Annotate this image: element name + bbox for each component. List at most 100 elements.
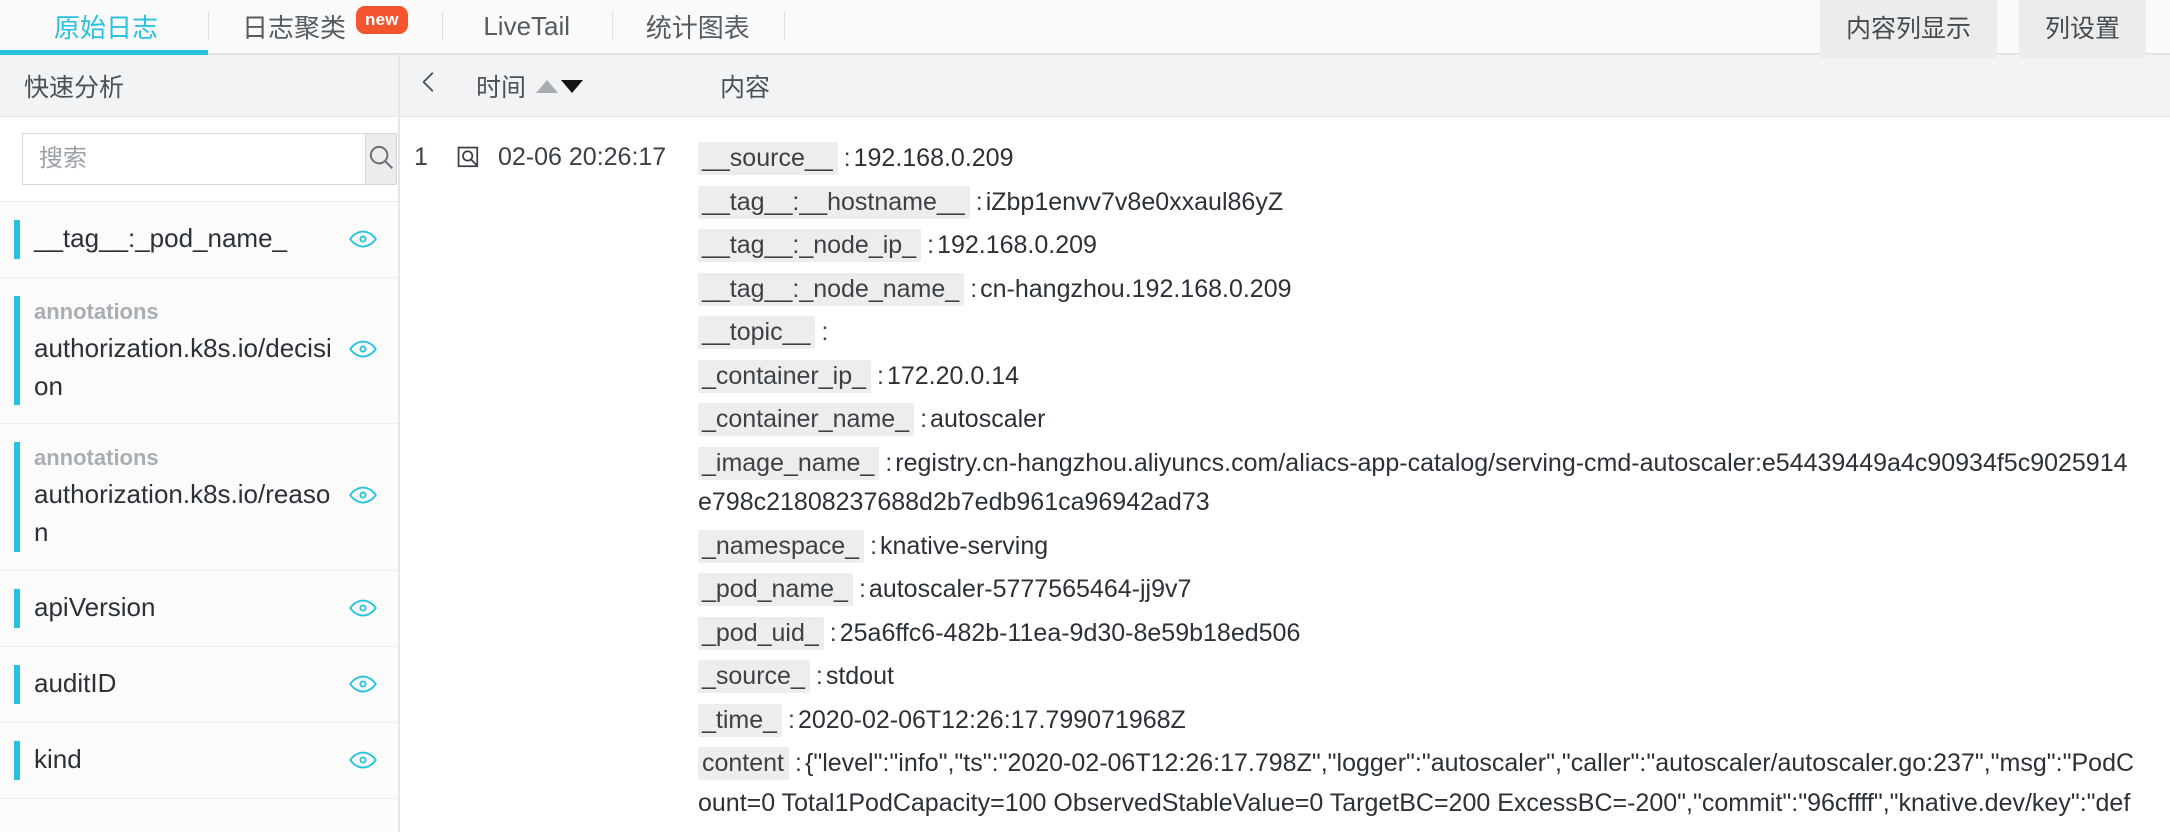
eye-icon[interactable] (348, 334, 378, 369)
log-field-value: autoscaler-5777565464-jj9v7 (868, 575, 1192, 603)
log-field-key[interactable]: __tag__:_node_ip_ (698, 229, 922, 262)
log-field-colon: : (858, 575, 866, 603)
log-field-value: stdout (825, 662, 894, 690)
sidebar-search-row (0, 117, 398, 202)
tab-statistics-chart[interactable]: 统计图表 (611, 0, 784, 53)
quick-analysis-sidebar: 快速分析 __tag__:_pod_name_ (0, 55, 400, 832)
log-field-key[interactable]: __topic__ (698, 316, 816, 349)
sidebar-title: 快速分析 (0, 55, 398, 117)
field-item-auditid[interactable]: auditID (0, 646, 398, 723)
tab-label: LiveTail (483, 11, 571, 41)
log-field-key[interactable]: _pod_name_ (698, 573, 853, 606)
log-field-colon: : (795, 749, 802, 777)
log-field-value: registry.cn-hangzhou.aliyuncs.com/aliacs… (698, 448, 2128, 517)
row-search-button[interactable] (442, 139, 498, 178)
search-icon (366, 142, 396, 177)
field-name: auditID (34, 667, 117, 698)
log-field-line: _image_name_: registry.cn-hangzhou.aliyun… (698, 444, 2140, 523)
field-item-kind[interactable]: kind (0, 722, 398, 799)
log-field-key[interactable]: _container_name_ (698, 403, 915, 436)
log-field-colon: : (788, 705, 795, 734)
field-item-pod-name[interactable]: __tag__:_pod_name_ (0, 202, 398, 278)
log-field-colon: : (815, 662, 823, 690)
triangle-up-icon[interactable] (536, 80, 559, 93)
tab-label: 日志聚类 (242, 13, 347, 43)
content-column-display-button[interactable]: 内容列显示 (1819, 0, 1997, 58)
field-group: annotations (34, 445, 159, 471)
log-field-colon: : (970, 274, 978, 303)
log-field-value: cn-hangzhou.192.168.0.209 (980, 274, 1292, 303)
magnifier-box-icon (456, 145, 484, 178)
search-input[interactable] (22, 133, 365, 185)
field-name: authorization.k8s.io/reason (34, 479, 331, 547)
log-field-key[interactable]: _container_ip_ (698, 359, 872, 393)
field-name: __tag__:_pod_name_ (34, 223, 288, 253)
log-field-colon: : (927, 231, 935, 259)
eye-icon[interactable] (348, 224, 378, 259)
log-field-colon: : (877, 361, 884, 390)
field-list: __tag__:_pod_name_ annotations authoriza… (0, 202, 398, 832)
row-index: 1 (414, 143, 428, 171)
log-field-colon: : (975, 187, 983, 216)
log-row-list: 1 02-06 20:26:17 __source__: 192.168.0.… (400, 117, 2170, 832)
field-item-authorization-decision[interactable]: annotations authorization.k8s.io/decisio… (0, 278, 398, 425)
log-field-line: _time_:2020-02-06T12:26:17.799071968Z (698, 701, 2140, 741)
log-table-area: 时间 内容 1 02-06 20:26:17 __source__: 192.… (400, 55, 2170, 832)
log-field-key[interactable]: content (698, 747, 790, 780)
search-button[interactable] (365, 133, 397, 185)
field-text: auditID (34, 665, 334, 703)
eye-icon[interactable] (348, 593, 378, 628)
column-header-time-label: 时间 (476, 73, 527, 102)
eye-icon[interactable] (348, 480, 378, 515)
log-field-colon: : (821, 318, 829, 346)
page-body: 快速分析 __tag__:_pod_name_ (0, 55, 2170, 832)
log-field-key[interactable]: _namespace_ (698, 529, 865, 563)
log-field-line: __tag__:_node_ip_:192.168.0.209 (698, 226, 2140, 266)
field-item-apiversion[interactable]: apiVersion (0, 570, 398, 647)
log-field-key[interactable]: _source_ (698, 660, 810, 693)
log-field-colon: : (843, 144, 851, 172)
log-field-key[interactable]: __tag__:__hostname__ (698, 185, 970, 219)
triangle-down-icon[interactable] (561, 80, 584, 93)
log-field-colon: : (829, 618, 837, 647)
log-field-line: __topic__: (698, 313, 2140, 353)
log-field-value: iZbp1envv7v8e0xxaul86yZ (985, 187, 1284, 216)
log-field-value: {"level":"info","ts":"2020-02-06T12:26:1… (698, 749, 2135, 832)
field-group: annotations (34, 299, 159, 324)
log-field-key[interactable]: __source__ (698, 142, 838, 175)
log-field-value: 172.20.0.14 (886, 361, 1020, 390)
field-name: authorization.k8s.io/decision (34, 332, 332, 401)
tab-log-clustering[interactable]: 日志聚类 new (208, 0, 442, 53)
log-field-line: _container_name_: autoscaler (698, 400, 2140, 440)
tab-livetail[interactable]: LiveTail (441, 0, 612, 53)
log-field-value: 192.168.0.209 (937, 231, 1097, 259)
log-field-line: __tag__:_node_name_: cn-hangzhou.192.168.… (698, 270, 2140, 310)
log-field-line: _namespace_: knative-serving (698, 527, 2140, 567)
log-field-colon: : (920, 405, 928, 433)
collapse-sidebar-button[interactable] (400, 69, 458, 102)
log-field-line: content: {"level":"info","ts":"2020-02-06… (698, 744, 2140, 832)
log-field-value: 192.168.0.209 (853, 144, 1014, 172)
log-field-colon: : (885, 448, 893, 477)
log-field-colon: : (870, 531, 878, 560)
log-field-key[interactable]: _image_name_ (698, 446, 880, 480)
log-field-key[interactable]: __tag__:_node_name_ (698, 272, 965, 306)
tab-raw-logs[interactable]: 原始日志 (0, 0, 208, 55)
column-settings-button[interactable]: 列设置 (2018, 0, 2146, 58)
log-field-key[interactable]: _pod_uid_ (698, 616, 824, 650)
field-item-authorization-reason[interactable]: annotations authorization.k8s.io/reason (0, 424, 398, 571)
tab-bar-actions: 内容列显示 列设置 (1819, 0, 2170, 58)
column-header-time[interactable]: 时间 (458, 68, 698, 104)
field-text: apiVersion (34, 589, 334, 627)
table-row: 1 02-06 20:26:17 __source__: 192.168.0.… (400, 117, 2170, 832)
log-field-key[interactable]: _time_ (698, 703, 783, 737)
tab-divider (783, 12, 785, 41)
sort-controls[interactable] (536, 80, 584, 93)
log-field-line: _container_ip_:172.20.0.14 (698, 357, 2140, 397)
eye-icon[interactable] (348, 669, 378, 704)
eye-icon[interactable] (348, 745, 378, 780)
log-field-value: autoscaler (930, 405, 1046, 433)
log-field-value: knative-serving (880, 531, 1049, 560)
log-field-line: _pod_uid_:25a6ffc6-482b-11ea-9d30-8e59b1… (698, 614, 2140, 654)
field-text: kind (34, 741, 334, 779)
